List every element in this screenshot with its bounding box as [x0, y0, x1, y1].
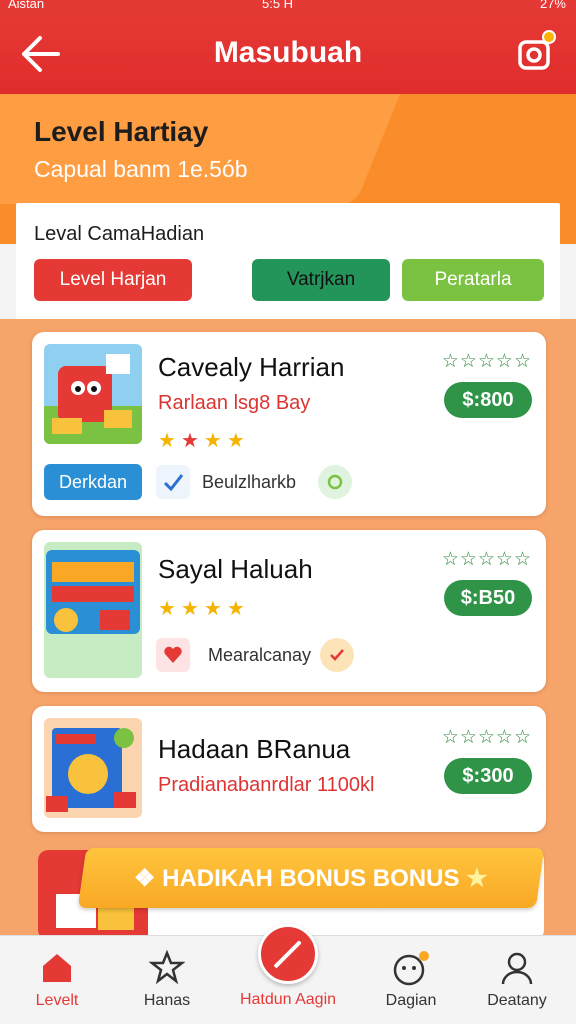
battery-text: 27% — [539, 0, 566, 11]
nav-label: Deatany — [487, 992, 547, 1009]
card-title: Sayal Haluah — [158, 554, 313, 584]
coin-book-icon — [46, 728, 136, 812]
nav-item-dagian[interactable]: Dagian — [356, 936, 466, 1024]
nav-item-deatany[interactable]: Deatany — [462, 936, 572, 1024]
reward-card-1[interactable]: Cavealy Harrian Rarlaan lsg8 Bay ★ ★ ★ ★ ☆☆… — [32, 332, 546, 516]
home-icon — [43, 954, 71, 982]
nav-label: Dagian — [385, 992, 437, 1009]
heart-box[interactable] — [156, 638, 190, 672]
star-rating: ★ ★ ★ ★ — [158, 596, 250, 621]
hero-ribbon — [0, 94, 400, 204]
carrier-text: Aistan — [8, 0, 45, 11]
heart-icon — [164, 646, 182, 663]
star-icon: ★ — [158, 430, 176, 452]
notification-button[interactable] — [516, 30, 556, 74]
nav-item-hanas[interactable]: Hanas — [112, 936, 222, 1024]
face-icon — [393, 951, 429, 986]
panel-title: Leval CamaHadian — [34, 223, 205, 245]
gift-icon: ❖ — [134, 864, 163, 892]
treasure-chest-icon — [44, 354, 142, 444]
card-subtitle: Rarlaan lsg8 Bay — [158, 392, 311, 414]
reward-card-3[interactable]: Hadaan BRanua Pradianabanrdlar 1100kl ☆☆… — [32, 706, 546, 832]
check-badge[interactable] — [320, 638, 354, 672]
outline-stars: ☆☆☆☆☆ — [441, 727, 532, 748]
center-action-button[interactable] — [258, 924, 318, 984]
star-icon: ★ — [180, 430, 199, 452]
nav-label: Levelt — [35, 992, 79, 1009]
star-icon: ★ — [203, 598, 222, 620]
outline-stars: ☆☆☆☆☆ — [441, 549, 532, 570]
star-icon: ★ — [459, 864, 488, 892]
tab-level-harjan[interactable]: Level Harjan — [34, 259, 192, 301]
card-title: Cavealy Harrian — [158, 352, 345, 382]
notification-dot — [542, 30, 556, 44]
refresh-icon — [327, 474, 343, 490]
card-thumbnail — [44, 542, 142, 678]
nav-item-levelt[interactable]: Levelt — [2, 936, 112, 1024]
tab-peratarla[interactable]: Peratarla — [402, 259, 544, 301]
checkmark-icon — [163, 474, 184, 492]
tab-vatrjkan[interactable]: Vatrjkan — [252, 259, 390, 301]
price-badge[interactable]: $:300 — [444, 758, 532, 794]
card-meta: Beulzlharkb — [202, 472, 297, 492]
claim-button[interactable]: Derkdan — [44, 464, 142, 500]
star-rating: ★ ★ ★ ★ — [158, 428, 250, 453]
bonus-label: HADIKAH BONUS BONUS — [162, 864, 460, 892]
star-icon: ★ — [226, 430, 245, 452]
filter-panel: Leval CamaHadian Level Harjan Vatrjkan P… — [16, 203, 560, 319]
bonus-button[interactable]: ❖ HADIKAH BONUS BONUS ★ — [77, 848, 545, 908]
center-action-label: Hatdun Aagin — [239, 991, 337, 1008]
refresh-badge[interactable] — [318, 465, 352, 499]
user-icon — [501, 952, 533, 985]
page-title: Masubuah — [213, 36, 363, 69]
star-icon — [149, 950, 185, 984]
hero-subtitle: Capual banm 1e.5ób — [34, 156, 248, 182]
app-bar: Masubuah — [0, 14, 576, 94]
card-thumbnail — [44, 718, 142, 818]
game-board-icon — [46, 550, 140, 634]
checkbox[interactable] — [156, 465, 190, 499]
time-text: 5:5 H — [262, 0, 294, 11]
star-icon: ★ — [158, 598, 176, 620]
star-icon: ★ — [180, 598, 199, 620]
nav-label: Hanas — [143, 992, 191, 1009]
star-icon: ★ — [226, 598, 245, 620]
price-badge[interactable]: $:B50 — [444, 580, 532, 616]
card-meta: Mearalcanay — [208, 645, 312, 665]
star-icon: ★ — [203, 430, 222, 452]
card-thumbnail — [44, 344, 142, 444]
bonus-label-wrap: ❖ HADIKAH BONUS BONUS ★ — [134, 864, 488, 893]
hero-title: Level Hartiay — [34, 116, 209, 147]
reward-card-2[interactable]: Sayal Haluah ★ ★ ★ ★ ☆☆☆☆☆ $:B50 Mearalcana… — [32, 530, 546, 692]
card-subtitle: Pradianabanrdlar 1100kl — [158, 774, 375, 796]
status-bar: Aistan 5:5 H 27% — [0, 0, 576, 14]
outline-stars: ☆☆☆☆☆ — [441, 351, 532, 372]
price-badge[interactable]: $:800 — [444, 382, 532, 418]
card-title: Hadaan BRanua — [158, 734, 351, 764]
checkmark-icon — [330, 649, 344, 661]
pencil-icon — [273, 941, 301, 969]
